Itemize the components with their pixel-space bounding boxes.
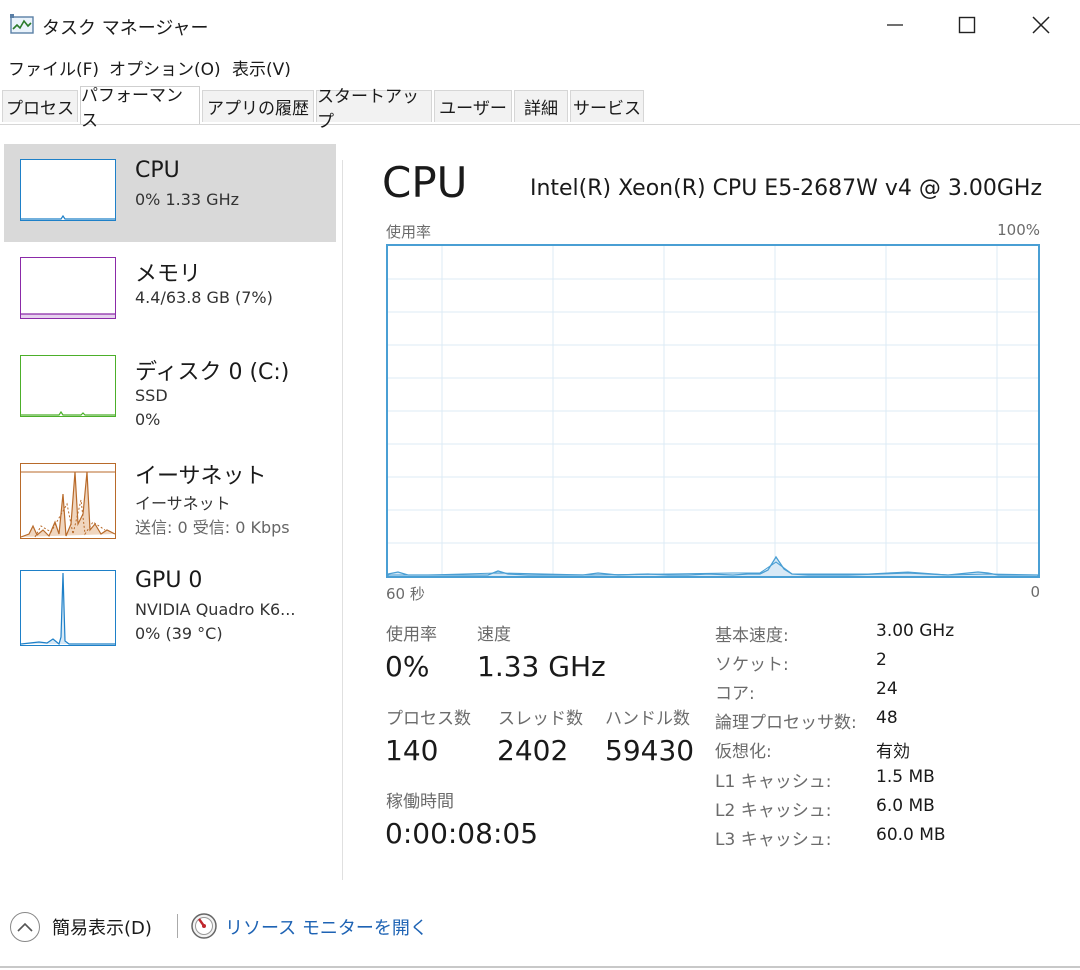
- spec-value: 2: [876, 650, 887, 670]
- performance-sidebar: CPU 0% 1.33 GHz メモリ 4.4/63.8 GB (7%) ディス…: [0, 138, 340, 878]
- spec-value: 6.0 MB: [876, 796, 935, 816]
- threads-label: スレッド数: [498, 709, 583, 729]
- open-resource-monitor-link[interactable]: リソース モニターを開く: [225, 914, 428, 940]
- uptime-label: 稼働時間: [386, 792, 454, 812]
- fewer-details-button[interactable]: [10, 912, 40, 942]
- maximize-button[interactable]: [932, 2, 1002, 48]
- minimize-icon: [887, 24, 903, 26]
- tab-details[interactable]: 詳細: [514, 90, 568, 122]
- cpu-model-name: Intel(R) Xeon(R) CPU E5-2687W v4 @ 3.00G…: [529, 176, 1042, 201]
- spec-key: L2 キャッシュ:: [715, 801, 832, 821]
- footer-separator: [177, 914, 178, 938]
- fewer-details-label[interactable]: 簡易表示(D): [52, 914, 152, 940]
- sidebar-item-detail: SSD: [135, 386, 168, 405]
- panel-divider: [342, 160, 343, 880]
- sidebar-item-detail: 0% (39 °C): [135, 624, 223, 643]
- sidebar-item-cpu[interactable]: CPU 0% 1.33 GHz: [4, 144, 336, 242]
- tab-startup[interactable]: スタートアップ: [316, 87, 432, 132]
- sidebar-item-title: ディスク 0 (C:): [135, 360, 290, 385]
- spec-key: L3 キャッシュ:: [715, 830, 832, 850]
- spec-key: コア:: [715, 684, 755, 704]
- sidebar-item-detail: イーサネット: [135, 494, 231, 513]
- menu-bar: ファイル(F) オプション(O) 表示(V): [0, 52, 1080, 80]
- memory-thumbnail-graph: [20, 257, 116, 319]
- speed-label: 速度: [477, 625, 511, 645]
- tab-performance[interactable]: パフォーマンス: [80, 86, 200, 131]
- sidebar-item-title: メモリ: [135, 262, 202, 287]
- footer-bar: 簡易表示(D) リソース モニターを開く: [0, 900, 1080, 952]
- task-manager-app-icon: [10, 14, 36, 36]
- spec-value: 48: [876, 708, 898, 728]
- title-bar: タスク マネージャー: [0, 0, 1080, 50]
- sidebar-item-detail: 送信: 0 受信: 0 Kbps: [135, 518, 290, 537]
- spec-value: 3.00 GHz: [876, 621, 955, 641]
- ethernet-thumbnail-graph: [20, 463, 116, 539]
- spec-key: 基本速度:: [715, 626, 789, 646]
- graph-axis-label-usage: 使用率: [386, 223, 432, 241]
- tab-processes[interactable]: プロセス: [2, 90, 78, 122]
- window-bottom-border: [0, 966, 1080, 968]
- handles-value: 59430: [605, 734, 695, 767]
- sidebar-item-detail: 4.4/63.8 GB (7%): [135, 288, 273, 307]
- sidebar-item-ethernet[interactable]: イーサネット イーサネット 送信: 0 受信: 0 Kbps: [4, 448, 336, 546]
- page-title: CPU: [382, 158, 468, 207]
- chevron-up-icon: [17, 922, 33, 932]
- graph-axis-label-max: 100%: [997, 221, 1040, 239]
- usage-value: 0%: [385, 650, 430, 683]
- menu-options[interactable]: オプション(O): [109, 55, 221, 80]
- gpu-thumbnail-graph: [20, 570, 116, 646]
- processes-label: プロセス数: [386, 709, 471, 729]
- processes-value: 140: [385, 734, 439, 767]
- speed-value: 1.33 GHz: [477, 650, 606, 683]
- spec-value: 24: [876, 679, 898, 699]
- maximize-icon: [958, 16, 976, 34]
- tab-bar: プロセス パフォーマンス アプリの履歴 スタートアップ ユーザー 詳細 サービス: [0, 86, 1080, 132]
- spec-key: L1 キャッシュ:: [715, 772, 832, 792]
- sidebar-item-title: GPU 0: [135, 568, 203, 593]
- spec-value: 60.0 MB: [876, 825, 946, 845]
- menu-view[interactable]: 表示(V): [232, 55, 291, 80]
- sidebar-item-disk[interactable]: ディスク 0 (C:) SSD 0%: [4, 340, 336, 438]
- spec-key: ソケット:: [715, 655, 789, 675]
- cpu-thumbnail-graph: [20, 159, 116, 221]
- tab-users[interactable]: ユーザー: [434, 90, 512, 122]
- minimize-button[interactable]: [860, 2, 930, 48]
- sidebar-item-memory[interactable]: メモリ 4.4/63.8 GB (7%): [4, 242, 336, 340]
- resource-monitor-icon[interactable]: [190, 912, 218, 940]
- sidebar-item-title: CPU: [135, 158, 180, 183]
- window-title: タスク マネージャー: [42, 18, 209, 39]
- spec-value: 有効: [876, 742, 910, 762]
- sidebar-item-detail: NVIDIA Quadro K6...: [135, 600, 296, 619]
- tab-services[interactable]: サービス: [570, 90, 644, 122]
- close-button[interactable]: [1006, 2, 1076, 48]
- usage-label: 使用率: [386, 625, 437, 645]
- uptime-value: 0:00:08:05: [385, 817, 539, 850]
- close-icon: [1032, 16, 1050, 34]
- sidebar-item-detail: 0%: [135, 410, 161, 429]
- sidebar-item-detail: 0% 1.33 GHz: [135, 190, 240, 209]
- spec-key: 仮想化:: [715, 742, 772, 762]
- tab-app-history[interactable]: アプリの履歴: [202, 90, 314, 122]
- sidebar-item-gpu[interactable]: GPU 0 NVIDIA Quadro K6... 0% (39 °C): [4, 558, 336, 656]
- spec-key: 論理プロセッサ数:: [715, 713, 857, 733]
- menu-file[interactable]: ファイル(F): [8, 55, 99, 80]
- sidebar-item-title: イーサネット: [135, 464, 267, 489]
- disk-thumbnail-graph: [20, 355, 116, 417]
- threads-value: 2402: [497, 734, 569, 767]
- graph-axis-min: 0: [1030, 583, 1040, 601]
- graph-time-span: 60 秒: [386, 585, 425, 603]
- cpu-usage-graph: [386, 244, 1040, 578]
- spec-value: 1.5 MB: [876, 767, 935, 787]
- handles-label: ハンドル数: [605, 709, 690, 729]
